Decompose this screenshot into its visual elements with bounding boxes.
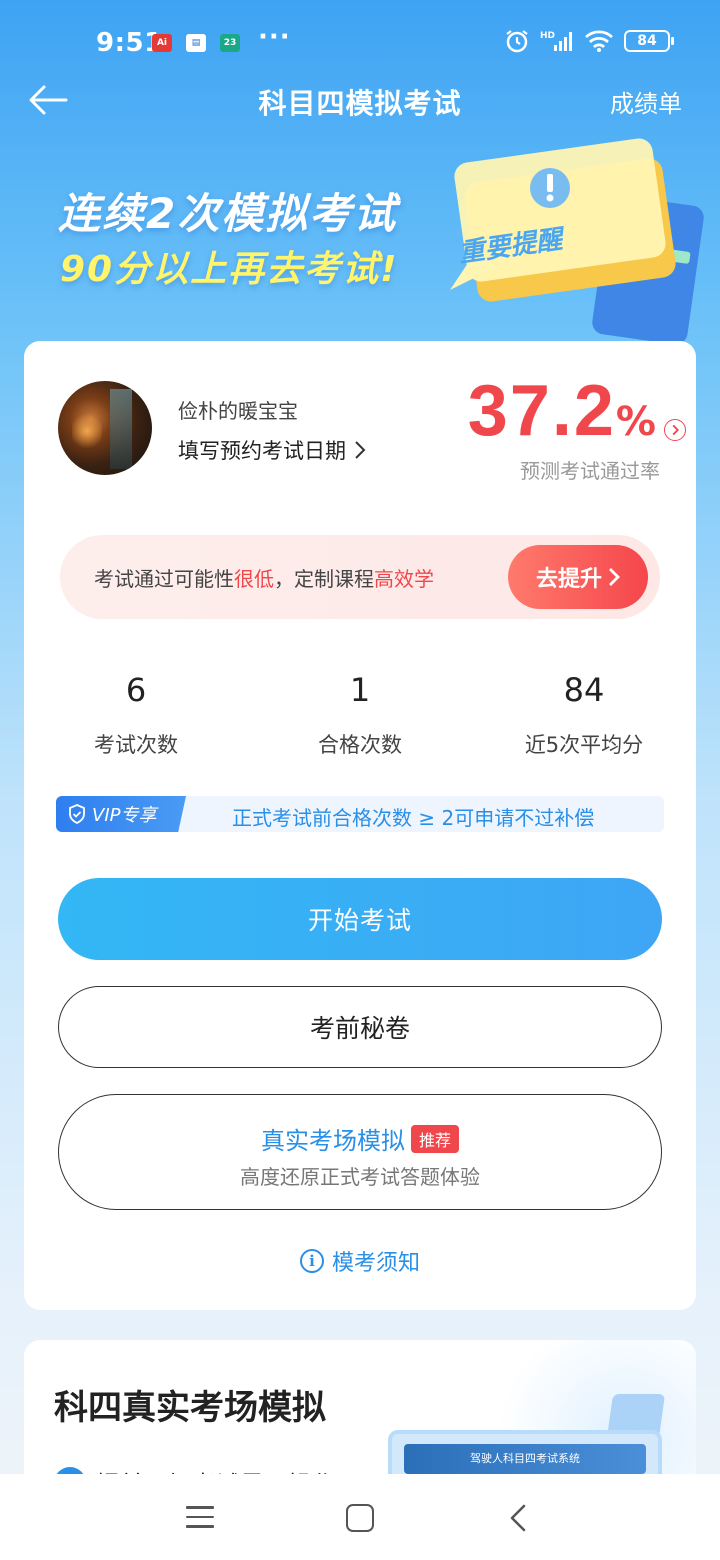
pass-rate-label: 预测考试通过率 xyxy=(520,459,660,483)
start-exam-button[interactable]: 开始考试 xyxy=(58,878,662,960)
thumbnail-header: 驾驶人科目四考试系统 xyxy=(404,1444,646,1474)
svg-text:HD: HD xyxy=(540,31,555,41)
vip-badge: VIP专享 xyxy=(56,796,186,832)
important-reminder-illustration: 重要提醒 xyxy=(450,138,704,345)
vip-text: 正式考试前合格次数 ≥ 2可申请不过补偿 xyxy=(232,806,595,830)
chevron-right-circle-icon[interactable] xyxy=(664,419,686,441)
shield-icon xyxy=(69,804,85,824)
stat-label: 近5次平均分 xyxy=(524,733,644,757)
tip-text-highlight: 很低 xyxy=(234,567,274,591)
stat-label: 考试次数 xyxy=(94,733,178,757)
report-card-link[interactable]: 成绩单 xyxy=(610,84,682,119)
system-back-icon[interactable] xyxy=(506,1502,530,1534)
schedule-exam-date-link[interactable]: 填写预约考试日期 xyxy=(178,435,366,465)
info-icon: i xyxy=(299,1249,324,1273)
status-icons: HD 84 xyxy=(504,28,674,54)
tip-text-middle: ，定制课程 xyxy=(274,567,374,591)
vip-badge-label: VIP专享 xyxy=(92,805,157,826)
tip-text: 考试通过可能性很低，定制课程高效学 xyxy=(94,563,434,592)
exam-summary-card: 俭朴的暖宝宝 填写预约考试日期 37.2% 预测考试通过率 考试通过可能性很低，… xyxy=(24,341,696,1310)
alarm-icon xyxy=(506,30,528,53)
status-bar: 9:51 Ai ▤ 23 ··· HD 84 xyxy=(0,0,720,80)
battery-indicator: 84 xyxy=(624,30,674,52)
tip-text-prefix: 考试通过可能性 xyxy=(94,567,234,591)
real-exam-title-label: 真实考场模拟 xyxy=(260,1127,405,1155)
improve-button[interactable]: 去提升 xyxy=(508,545,648,609)
pass-rate-value: 37.2 xyxy=(467,371,616,451)
recommend-badge: 推荐 xyxy=(410,1124,459,1153)
chevron-right-icon xyxy=(355,441,366,459)
real-exam-title: 真实考场模拟 推荐 xyxy=(59,1121,661,1156)
banner-subheadline: 90分以上再去考试! xyxy=(60,249,399,290)
chevron-right-icon xyxy=(609,568,620,586)
improvement-tip: 考试通过可能性很低，定制课程高效学 去提升 xyxy=(60,535,660,619)
improve-button-label: 去提升 xyxy=(535,567,602,592)
app-notification-icon: Ai xyxy=(152,34,172,52)
app-notification-icon: ▤ xyxy=(186,34,206,52)
app-notification-icon: 23 xyxy=(220,34,240,52)
stat-value: 6 xyxy=(125,671,147,709)
vip-compensation-banner[interactable]: VIP专享 正式考试前合格次数 ≥ 2可申请不过补偿 xyxy=(56,796,664,832)
signal-icon: HD xyxy=(540,31,572,51)
stat-average-score: 84 近5次平均分 xyxy=(472,667,696,759)
tip-text-highlight: 高效学 xyxy=(374,567,434,591)
pass-rate[interactable]: 37.2% xyxy=(468,371,656,451)
real-exam-simulation-button[interactable]: 真实考场模拟 推荐 高度还原正式考试答题体验 xyxy=(58,1094,662,1210)
banner-headline: 连续2次模拟考试 xyxy=(58,189,398,238)
home-icon[interactable] xyxy=(346,1504,374,1532)
more-notifications-icon: ··· xyxy=(258,22,291,52)
stat-pass-count: 1 合格次数 xyxy=(248,667,472,759)
system-navigation-bar xyxy=(0,1474,720,1560)
exam-notice-link[interactable]: i 模考须知 xyxy=(24,1245,696,1277)
section-title: 科四真实考场模拟 xyxy=(54,1388,326,1428)
avatar[interactable] xyxy=(58,381,152,475)
recent-apps-icon[interactable] xyxy=(186,1506,214,1530)
pre-exam-paper-button[interactable]: 考前秘卷 xyxy=(58,986,662,1068)
pass-rate-unit: % xyxy=(615,399,656,445)
username: 俭朴的暖宝宝 xyxy=(178,399,298,423)
schedule-link-label: 填写预约考试日期 xyxy=(178,439,346,463)
stat-value: 1 xyxy=(349,671,371,709)
stat-value: 84 xyxy=(563,671,605,709)
wifi-icon xyxy=(585,30,613,52)
real-exam-subtitle: 高度还原正式考试答题体验 xyxy=(240,1165,480,1189)
stat-exam-count: 6 考试次数 xyxy=(24,667,248,759)
stat-label: 合格次数 xyxy=(318,733,402,757)
exam-stats: 6 考试次数 1 合格次数 84 近5次平均分 xyxy=(24,667,696,777)
exam-notice-label: 模考须知 xyxy=(331,1251,420,1276)
